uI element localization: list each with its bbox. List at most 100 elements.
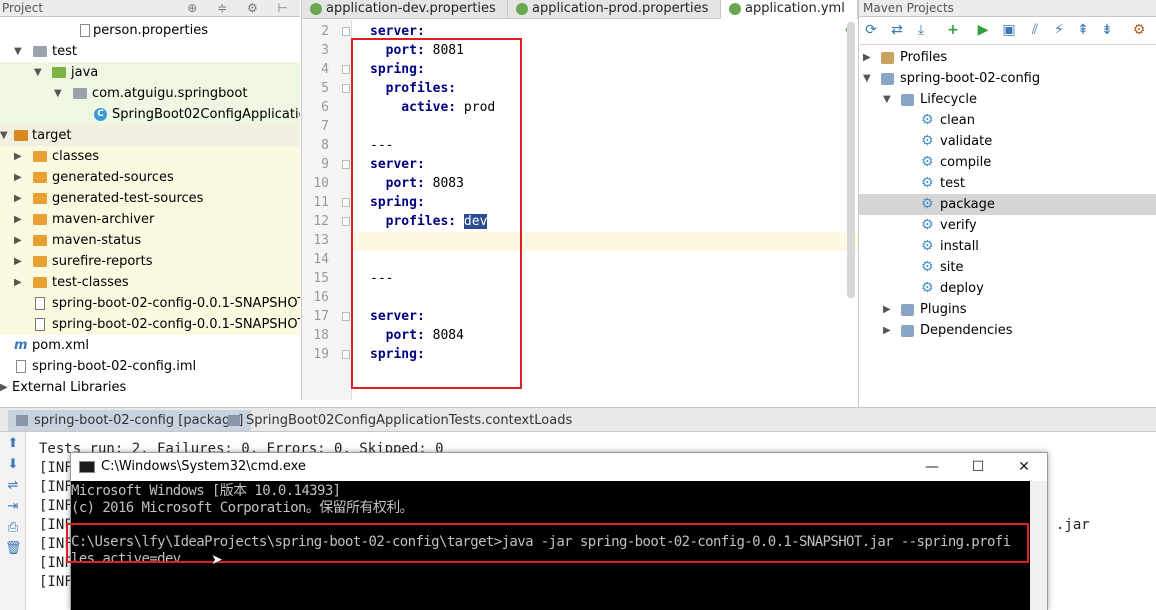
- tree-item-external-libraries[interactable]: ▶ External Libraries: [0, 377, 300, 398]
- lifecycle-phase-install[interactable]: ⚙ install: [859, 236, 1156, 257]
- lifecycle-phase-deploy[interactable]: ⚙ deploy: [859, 278, 1156, 299]
- fold-marker-icon[interactable]: [342, 217, 350, 226]
- chevron-right-icon[interactable]: ▶: [14, 188, 22, 209]
- project-panel: Project ⊕ ≑ ⚙ ⊢ person.properties ▼ test…: [0, 0, 300, 400]
- tree-item-person-properties[interactable]: person.properties: [0, 20, 300, 41]
- fold-marker-icon[interactable]: [342, 198, 350, 207]
- maven-project-icon: [881, 73, 894, 85]
- editor-scrollbar[interactable]: [847, 22, 855, 298]
- chevron-right-icon[interactable]: ▶: [14, 230, 22, 251]
- chevron-right-icon[interactable]: ▶: [863, 47, 871, 68]
- run-icon[interactable]: ▶: [975, 22, 991, 38]
- download-icon[interactable]: ⤓: [913, 22, 929, 38]
- chevron-right-icon[interactable]: ▶: [14, 209, 22, 230]
- chevron-down-icon[interactable]: ▼: [54, 83, 62, 104]
- lifecycle-phase-validate[interactable]: ⚙ validate: [859, 131, 1156, 152]
- settings-icon[interactable]: ⚙: [1131, 22, 1147, 38]
- chevron-right-icon[interactable]: ▶: [14, 272, 22, 293]
- down-arrow-icon[interactable]: ⬇: [5, 457, 21, 473]
- lifecycle-phase-package[interactable]: ⚙ package: [859, 194, 1156, 215]
- tree-item-test-classes[interactable]: ▶ test-classes: [0, 272, 300, 293]
- editor-panel: application-dev.properties application-p…: [301, 0, 858, 400]
- maven-dependencies[interactable]: ▶ Dependencies: [859, 320, 1156, 341]
- plugins-icon: [901, 304, 914, 316]
- maven-panel-header: Maven Projects: [859, 0, 1156, 17]
- tree-item-label: test-classes: [52, 275, 129, 290]
- chevron-right-icon[interactable]: ▶: [883, 320, 891, 341]
- fold-marker-icon[interactable]: [342, 84, 350, 93]
- tree-item-generated-sources[interactable]: ▶ generated-sources: [0, 167, 300, 188]
- jar-file-icon: [35, 318, 45, 331]
- tab-run-context-loads[interactable]: SpringBoot02ConfigApplicationTests.conte…: [220, 410, 580, 431]
- cmd-title-bar[interactable]: C:\Windows\System32\cmd.exe — ☐ ✕: [71, 453, 1047, 481]
- maven-panel-title: Maven Projects: [863, 1, 954, 15]
- tab-run-package[interactable]: spring-boot-02-config [package]: [8, 410, 252, 431]
- chevron-down-icon[interactable]: ▼: [883, 89, 891, 110]
- lifecycle-phase-test[interactable]: ⚙ test: [859, 173, 1156, 194]
- tab-application-yml[interactable]: application.yml: [721, 0, 858, 19]
- maven-profiles[interactable]: ▶ Profiles: [859, 47, 1156, 68]
- tree-item-pom[interactable]: m pom.xml: [0, 335, 300, 356]
- tree-item-test-class[interactable]: C SpringBoot02ConfigApplicationT: [0, 104, 300, 125]
- tab-application-prod[interactable]: application-prod.properties: [508, 0, 721, 19]
- cmd-scrollbar[interactable]: [1030, 481, 1047, 610]
- lifecycle-phase-clean[interactable]: ⚙ clean: [859, 110, 1156, 131]
- print-icon[interactable]: ⎙: [5, 520, 21, 536]
- phase-label: validate: [940, 134, 993, 149]
- chevron-right-icon[interactable]: ▶: [14, 251, 22, 272]
- tree-item-package[interactable]: ▼ com.atguigu.springboot: [0, 83, 300, 104]
- maximize-button[interactable]: ☐: [955, 453, 1001, 481]
- tree-item-maven-archiver[interactable]: ▶ maven-archiver: [0, 209, 300, 230]
- fold-marker-icon[interactable]: [342, 65, 350, 74]
- expand-all-icon[interactable]: ⇟: [1099, 22, 1115, 38]
- tab-application-dev[interactable]: application-dev.properties: [302, 0, 508, 19]
- chevron-down-icon[interactable]: ▼: [34, 62, 42, 83]
- chevron-right-icon[interactable]: ▶: [0, 377, 8, 398]
- chevron-down-icon[interactable]: ▼: [14, 41, 22, 62]
- chevron-right-icon[interactable]: ▶: [14, 146, 22, 167]
- toggle-offline-icon[interactable]: ⫽: [1027, 22, 1043, 38]
- fold-marker-icon[interactable]: [342, 27, 350, 36]
- chevron-down-icon[interactable]: ▼: [0, 125, 8, 146]
- fold-marker-icon[interactable]: [342, 160, 350, 169]
- chevron-right-icon[interactable]: ▶: [14, 167, 22, 188]
- lifecycle-phase-compile[interactable]: ⚙ compile: [859, 152, 1156, 173]
- tree-item-jar-original[interactable]: spring-boot-02-config-0.0.1-SNAPSHOT.jar: [0, 314, 300, 335]
- line-number: 19: [313, 347, 329, 362]
- close-button[interactable]: ✕: [1001, 453, 1047, 481]
- yaml-key: server:: [370, 24, 425, 39]
- tree-item-iml[interactable]: spring-boot-02-config.iml: [0, 356, 300, 377]
- run-toolbar: ⬆ ⬇ ⇌ ⇥ ⎙ 🗑: [0, 432, 26, 610]
- tree-item-java[interactable]: ▼ java: [0, 62, 300, 83]
- up-arrow-icon[interactable]: ⬆: [5, 436, 21, 452]
- maven-project[interactable]: ▼ spring-boot-02-config: [859, 68, 1156, 89]
- tree-item-test[interactable]: ▼ test: [0, 41, 300, 62]
- generate-sources-icon[interactable]: ⇄: [889, 22, 905, 38]
- scroll-to-end-icon[interactable]: ⇥: [5, 499, 21, 515]
- maven-lifecycle[interactable]: ▼ Lifecycle: [859, 89, 1156, 110]
- chevron-right-icon[interactable]: ▶: [883, 299, 891, 320]
- tree-item-classes[interactable]: ▶ classes: [0, 146, 300, 167]
- maven-plugins[interactable]: ▶ Plugins: [859, 299, 1156, 320]
- project-header-icons[interactable]: ⊕ ≑ ⚙ ⊢: [187, 0, 296, 16]
- lifecycle-phase-verify[interactable]: ⚙ verify: [859, 215, 1156, 236]
- tree-item-maven-status[interactable]: ▶ maven-status: [0, 230, 300, 251]
- lifecycle-phase-site[interactable]: ⚙ site: [859, 257, 1156, 278]
- add-icon[interactable]: +: [945, 22, 961, 38]
- clear-icon[interactable]: 🗑: [5, 541, 22, 557]
- tree-item-target[interactable]: ▼ target: [0, 125, 300, 146]
- tree-item-jar[interactable]: spring-boot-02-config-0.0.1-SNAPSHOT.jar: [0, 293, 300, 314]
- skip-tests-icon[interactable]: ⚡: [1051, 22, 1067, 38]
- tree-item-surefire-reports[interactable]: ▶ surefire-reports: [0, 251, 300, 272]
- fold-marker-icon[interactable]: [342, 312, 350, 321]
- refresh-icon[interactable]: ⟳: [863, 22, 879, 38]
- jar-file-icon: [35, 297, 45, 310]
- soft-wrap-icon[interactable]: ⇌: [5, 478, 21, 494]
- execute-goal-icon[interactable]: ▣: [1001, 22, 1017, 38]
- tree-item-label: classes: [52, 149, 100, 164]
- chevron-down-icon[interactable]: ▼: [863, 68, 871, 89]
- fold-marker-icon[interactable]: [342, 350, 350, 359]
- minimize-button[interactable]: —: [909, 453, 955, 481]
- collapse-all-icon[interactable]: ⇞: [1075, 22, 1091, 38]
- tree-item-generated-test-sources[interactable]: ▶ generated-test-sources: [0, 188, 300, 209]
